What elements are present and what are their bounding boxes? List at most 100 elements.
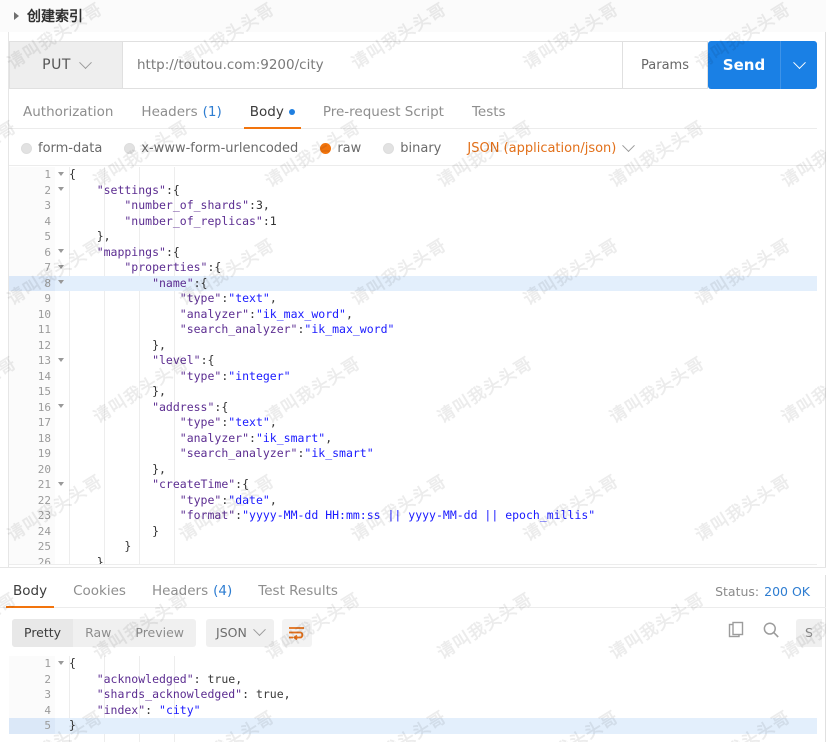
code-line[interactable]: 22 "type":"date",: [9, 492, 817, 508]
save-response-button[interactable]: S: [796, 618, 822, 647]
send-options-button[interactable]: [780, 41, 817, 89]
fold-triangle-icon[interactable]: [58, 264, 64, 269]
response-tab-body[interactable]: Body: [0, 583, 60, 608]
request-tab-label: Body: [249, 104, 284, 120]
code-line[interactable]: 5 },: [9, 229, 817, 245]
code-line[interactable]: 10 "analyzer":"ik_max_word",: [9, 306, 817, 322]
code-line[interactable]: 14 "type":"integer": [9, 368, 817, 384]
fold-triangle-icon[interactable]: [58, 171, 64, 176]
code-line[interactable]: 8 "name":{: [9, 275, 817, 291]
request-tab-body[interactable]: Body: [236, 104, 309, 129]
response-tab-label: Body: [13, 583, 48, 599]
code-line[interactable]: 4 "index": "city": [9, 702, 817, 718]
code-line[interactable]: 18 "analyzer":"ik_smart",: [9, 430, 817, 446]
page-title: 创建索引: [27, 9, 83, 25]
line-number: 21: [9, 477, 64, 493]
fold-triangle-icon[interactable]: [58, 249, 64, 253]
radio-icon[interactable]: [21, 142, 32, 154]
code-text: "acknowledged": true,: [69, 671, 243, 686]
body-type-raw[interactable]: raw: [320, 141, 361, 156]
code-text: "mappings":{: [69, 244, 180, 259]
copy-icon[interactable]: [728, 621, 746, 644]
code-line[interactable]: 12 },: [9, 337, 817, 353]
response-tab-headers[interactable]: Headers (4): [139, 583, 245, 607]
code-line[interactable]: 2 "settings":{: [9, 182, 817, 198]
code-line[interactable]: 20 },: [9, 461, 817, 477]
code-text: }: [69, 718, 76, 732]
radio-icon[interactable]: [320, 142, 332, 154]
response-view-raw[interactable]: Raw: [73, 619, 123, 647]
fold-triangle-icon[interactable]: [58, 357, 64, 362]
body-type-x-www-form-urlencoded[interactable]: x-www-form-urlencoded: [124, 141, 298, 156]
code-line[interactable]: 15 },: [9, 384, 817, 400]
code-line[interactable]: 6 "mappings":{: [9, 244, 817, 260]
code-line[interactable]: 2 "acknowledged": true,: [9, 671, 817, 687]
response-tab-test-results[interactable]: Test Results: [245, 583, 351, 607]
fold-triangle-icon[interactable]: [58, 481, 64, 486]
code-line[interactable]: 5}: [9, 718, 817, 734]
request-tab-tests[interactable]: Tests: [458, 104, 520, 128]
radio-icon[interactable]: [383, 142, 395, 154]
response-tab-cookies[interactable]: Cookies: [60, 583, 139, 607]
code-text: {: [69, 167, 76, 181]
line-number: 14: [9, 368, 55, 384]
response-tab-label: Test Results: [258, 583, 338, 599]
fold-triangle-icon[interactable]: [58, 280, 64, 284]
line-number: 5: [9, 718, 55, 734]
code-text: "type":"text",: [69, 415, 277, 429]
request-body-editor[interactable]: 1{2 "settings":{3 "number_of_shards":3, 4…: [9, 167, 817, 565]
code-line[interactable]: 25 }: [9, 539, 817, 555]
params-button[interactable]: Params: [622, 41, 708, 89]
triangle-right-icon[interactable]: [14, 12, 19, 20]
fold-triangle-icon[interactable]: [58, 187, 64, 191]
body-modified-dot-icon: [288, 109, 295, 115]
response-view-preview[interactable]: Preview: [123, 619, 196, 647]
radio-icon[interactable]: [124, 142, 136, 154]
status-value: 200 OK: [764, 584, 810, 599]
body-type-label: binary: [400, 140, 442, 156]
search-icon[interactable]: [762, 621, 780, 644]
code-line[interactable]: 1{: [9, 656, 817, 672]
body-type-binary[interactable]: binary: [383, 141, 441, 156]
line-number: 6: [9, 244, 64, 260]
code-line[interactable]: 26 }: [9, 554, 817, 564]
http-method-select[interactable]: PUT: [9, 41, 122, 89]
request-tab-pre-request-script[interactable]: Pre-request Script: [309, 104, 458, 128]
code-line[interactable]: 11 "search_analyzer":"ik_max_word": [9, 322, 817, 338]
code-line[interactable]: 9 "type":"text",: [9, 291, 817, 307]
code-line[interactable]: 16 "address":{: [9, 399, 817, 415]
code-line[interactable]: 24 }: [9, 523, 817, 539]
code-line[interactable]: 19 "search_analyzer":"ik_smart": [9, 446, 817, 462]
code-line[interactable]: 1{: [9, 167, 817, 183]
code-line[interactable]: 3 "number_of_shards":3,: [9, 198, 817, 214]
code-line[interactable]: 4 "number_of_replicas":1: [9, 213, 817, 229]
word-wrap-icon[interactable]: [281, 618, 312, 647]
response-body-editor[interactable]: 1{2 "acknowledged": true, 3 "shards_ackno…: [9, 656, 817, 742]
fold-triangle-icon[interactable]: [58, 660, 64, 665]
send-button[interactable]: Send: [708, 41, 780, 89]
code-text: "name":{: [69, 275, 208, 290]
url-input[interactable]: http://toutou.com:9200/city: [122, 41, 622, 89]
body-type-form-data[interactable]: form-data: [21, 141, 102, 156]
response-format-select[interactable]: JSON: [206, 618, 274, 647]
pane-splitter[interactable]: [0, 567, 826, 575]
line-number: 3: [9, 687, 55, 703]
response-view-pretty[interactable]: Pretty: [12, 618, 74, 647]
code-line[interactable]: 23 "format":"yyyy-MM-dd HH:mm:ss || yyyy…: [9, 508, 817, 524]
code-text: },: [69, 337, 166, 352]
content-type-select[interactable]: JSON (application/json): [467, 138, 636, 156]
status-label: Status:: [715, 584, 760, 599]
code-line[interactable]: 7 "properties":{: [9, 260, 817, 276]
code-line[interactable]: 17 "type":"text",: [9, 415, 817, 431]
code-line[interactable]: 3 "shards_acknowledged": true,: [9, 687, 817, 703]
code-text: }: [69, 523, 160, 538]
request-tab-headers[interactable]: Headers (1): [127, 104, 235, 128]
request-tab-authorization[interactable]: Authorization: [9, 104, 127, 128]
code-line[interactable]: 13 "level":{: [9, 353, 817, 369]
line-number: 7: [9, 260, 64, 276]
line-number: 10: [9, 306, 55, 322]
code-text: "search_analyzer":"ik_max_word": [69, 322, 395, 336]
fold-triangle-icon[interactable]: [58, 404, 64, 408]
body-type-label: x-www-form-urlencoded: [141, 140, 299, 156]
code-line[interactable]: 21 "createTime":{: [9, 477, 817, 493]
